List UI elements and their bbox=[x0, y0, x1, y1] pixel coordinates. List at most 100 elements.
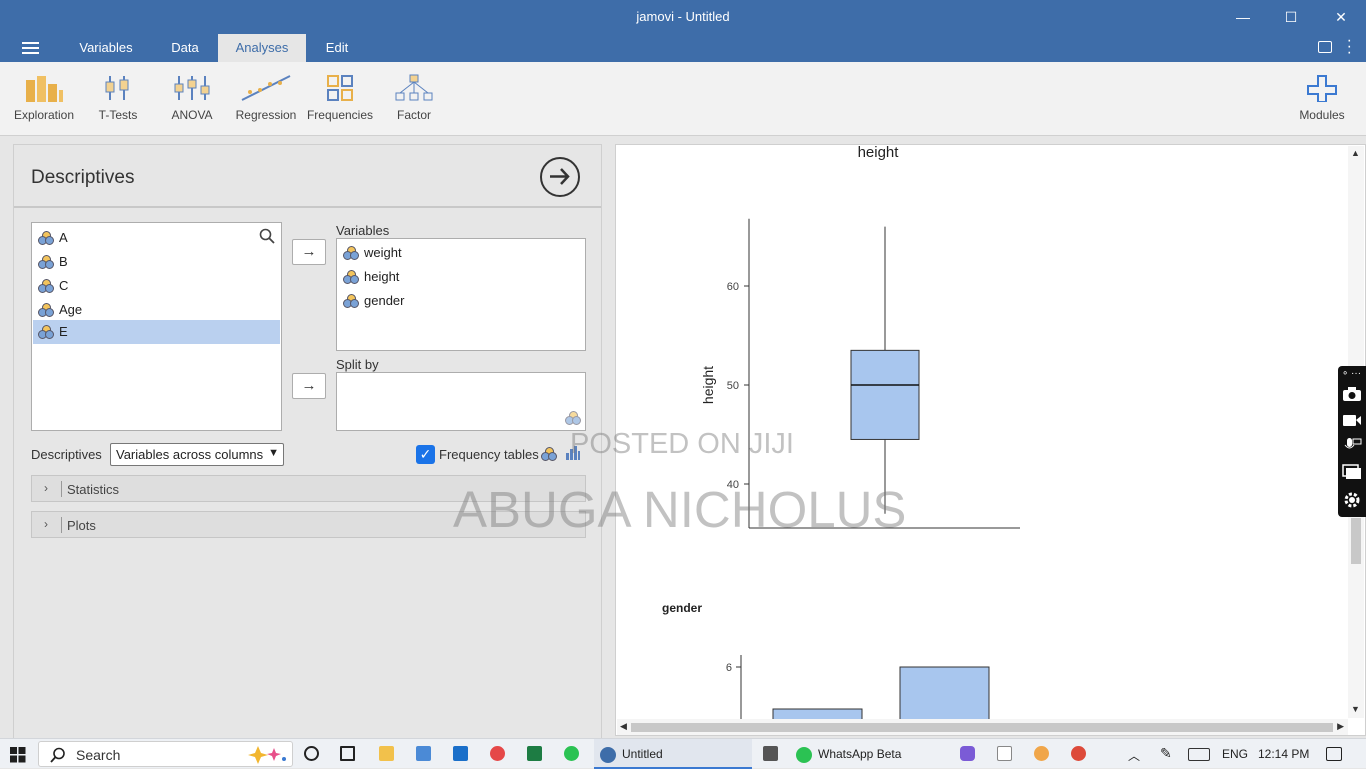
whatsapp-icon[interactable] bbox=[564, 746, 579, 761]
variables-target-list[interactable]: weight height gender bbox=[336, 238, 586, 351]
descriptives-layout-select[interactable]: Variables across columns ▼ bbox=[110, 443, 284, 466]
regression-button[interactable]: Regression bbox=[229, 74, 303, 122]
language-indicator[interactable]: ENG bbox=[1222, 747, 1248, 761]
list-item[interactable]: C bbox=[33, 274, 280, 298]
scroll-right-icon[interactable]: ▶ bbox=[1337, 721, 1344, 732]
analyses-ribbon: Exploration T-Tests ANOVA Regression Fre… bbox=[0, 62, 1366, 136]
nominal-variable-icon bbox=[343, 294, 359, 308]
notifications-icon[interactable] bbox=[1326, 747, 1342, 761]
layout-toggle-icon[interactable] bbox=[1318, 41, 1332, 53]
calculator-icon[interactable] bbox=[763, 746, 778, 761]
taskbar-search-text: Search bbox=[76, 747, 121, 763]
tab-data[interactable]: Data bbox=[160, 34, 210, 62]
hamburger-menu-icon[interactable] bbox=[22, 42, 39, 57]
panel-title: Descriptives bbox=[31, 167, 135, 188]
arrow-right-icon: → bbox=[301, 377, 317, 394]
windows-taskbar: Search Untitled WhatsApp Beta ︿ ✎ ENG 12… bbox=[0, 738, 1366, 769]
sparkle-icon bbox=[248, 746, 286, 764]
arrow-right-icon: → bbox=[301, 243, 317, 260]
clock[interactable]: 12:14 PM bbox=[1258, 747, 1309, 761]
whatsapp-icon bbox=[796, 746, 812, 763]
frequencies-button[interactable]: Frequencies bbox=[303, 74, 377, 122]
list-item[interactable]: gender bbox=[338, 289, 584, 313]
plots-section[interactable]: › Plots bbox=[31, 511, 586, 538]
frequency-tables-checkbox[interactable]: ✓ bbox=[416, 445, 435, 464]
nominal-variable-icon bbox=[38, 231, 54, 245]
gear-icon[interactable] bbox=[1342, 491, 1362, 508]
list-item[interactable]: A bbox=[33, 226, 280, 250]
scroll-thumb[interactable] bbox=[631, 723, 1333, 732]
app-icon[interactable] bbox=[453, 746, 468, 761]
excel-icon[interactable] bbox=[527, 746, 542, 761]
more-options-icon[interactable]: · · · bbox=[1347, 33, 1352, 61]
modules-button[interactable]: Modules bbox=[1285, 74, 1359, 122]
chevron-right-icon: › bbox=[44, 517, 48, 531]
pen-icon[interactable]: ✎ bbox=[1160, 745, 1172, 762]
chevron-up-icon[interactable]: ︿ bbox=[1128, 747, 1140, 764]
arrow-right-circle-icon[interactable] bbox=[540, 157, 580, 197]
minimize-button[interactable]: — bbox=[1220, 4, 1266, 30]
list-item[interactable]: B bbox=[33, 250, 280, 274]
descriptives-options-panel: Descriptives A B C Age E → → Variables w… bbox=[13, 144, 602, 744]
notepad-icon[interactable] bbox=[997, 746, 1012, 761]
keyboard-icon[interactable] bbox=[1188, 748, 1210, 761]
split-by-target-list[interactable] bbox=[336, 372, 586, 431]
camera-icon[interactable] bbox=[1342, 386, 1362, 402]
list-item[interactable]: height bbox=[338, 265, 584, 289]
scroll-up-icon[interactable]: ▲ bbox=[1351, 148, 1360, 158]
anova-label: ANOVA bbox=[171, 108, 213, 122]
factor-button[interactable]: Factor bbox=[377, 74, 451, 122]
regression-icon bbox=[241, 75, 291, 101]
scroll-thumb[interactable] bbox=[1351, 518, 1361, 564]
anova-button[interactable]: ANOVA bbox=[155, 74, 229, 122]
cortana-icon[interactable] bbox=[304, 746, 319, 761]
y-tick-label: 60 bbox=[727, 281, 739, 293]
tab-analyses[interactable]: Analyses bbox=[218, 34, 306, 62]
plots-section-label: Plots bbox=[67, 518, 96, 533]
taskbar-search-box[interactable]: Search bbox=[38, 741, 293, 767]
move-to-variables-button[interactable]: → bbox=[292, 239, 326, 265]
file-explorer-icon[interactable] bbox=[379, 746, 394, 761]
task-view-icon[interactable] bbox=[340, 746, 355, 761]
more-options-icon[interactable]: ∘ ··· bbox=[1342, 369, 1362, 379]
copilot-icon[interactable] bbox=[960, 746, 975, 761]
frequency-tables-label: Frequency tables bbox=[439, 447, 539, 462]
t-tests-button[interactable]: T-Tests bbox=[81, 74, 155, 122]
menu-bar: Variables Data Analyses Edit · · · bbox=[0, 33, 1366, 62]
app-icon[interactable] bbox=[1034, 746, 1049, 761]
gender-plot-title: gender bbox=[662, 601, 703, 615]
available-variables-list[interactable]: A B C Age E bbox=[31, 222, 282, 431]
t-tests-label: T-Tests bbox=[98, 108, 138, 122]
app-icon[interactable] bbox=[490, 746, 505, 761]
nominal-variable-icon bbox=[38, 325, 54, 339]
frequencies-label: Frequencies bbox=[306, 108, 374, 122]
screens-icon[interactable] bbox=[1342, 464, 1362, 480]
list-item-selected[interactable]: E bbox=[33, 320, 280, 344]
list-item[interactable]: Age bbox=[33, 298, 280, 322]
nominal-variable-icon bbox=[565, 411, 581, 425]
check-icon: ✓ bbox=[419, 446, 432, 462]
maximize-button[interactable]: ☐ bbox=[1268, 4, 1314, 30]
chevron-right-icon: › bbox=[44, 481, 48, 495]
nominal-variable-icon bbox=[38, 279, 54, 293]
video-camera-icon[interactable] bbox=[1342, 412, 1362, 428]
scroll-left-icon[interactable]: ◀ bbox=[620, 721, 627, 732]
bar-chart-icon bbox=[566, 446, 580, 460]
exploration-button[interactable]: Exploration bbox=[7, 74, 81, 122]
tab-variables[interactable]: Variables bbox=[70, 34, 142, 62]
microsoft-store-icon[interactable] bbox=[416, 746, 431, 761]
taskbar-app-jamovi[interactable]: Untitled bbox=[594, 739, 752, 769]
height-boxplot: height 40 50 60 height 6 bbox=[700, 145, 1020, 735]
windows-start-icon[interactable] bbox=[10, 747, 26, 763]
chrome-icon[interactable] bbox=[1071, 746, 1086, 761]
taskbar-app-whatsapp[interactable]: WhatsApp Beta bbox=[792, 739, 942, 769]
list-item[interactable]: weight bbox=[338, 241, 584, 265]
close-button[interactable]: ✕ bbox=[1318, 4, 1364, 30]
screen-capture-toolbar: ∘ ··· bbox=[1338, 366, 1366, 517]
statistics-section[interactable]: › Statistics bbox=[31, 475, 586, 502]
results-horizontal-scrollbar[interactable]: ◀ ▶ bbox=[617, 719, 1348, 735]
microphone-icon[interactable] bbox=[1342, 437, 1362, 453]
tab-edit[interactable]: Edit bbox=[315, 34, 359, 62]
scroll-down-icon[interactable]: ▼ bbox=[1351, 704, 1360, 714]
move-to-split-by-button[interactable]: → bbox=[292, 373, 326, 399]
